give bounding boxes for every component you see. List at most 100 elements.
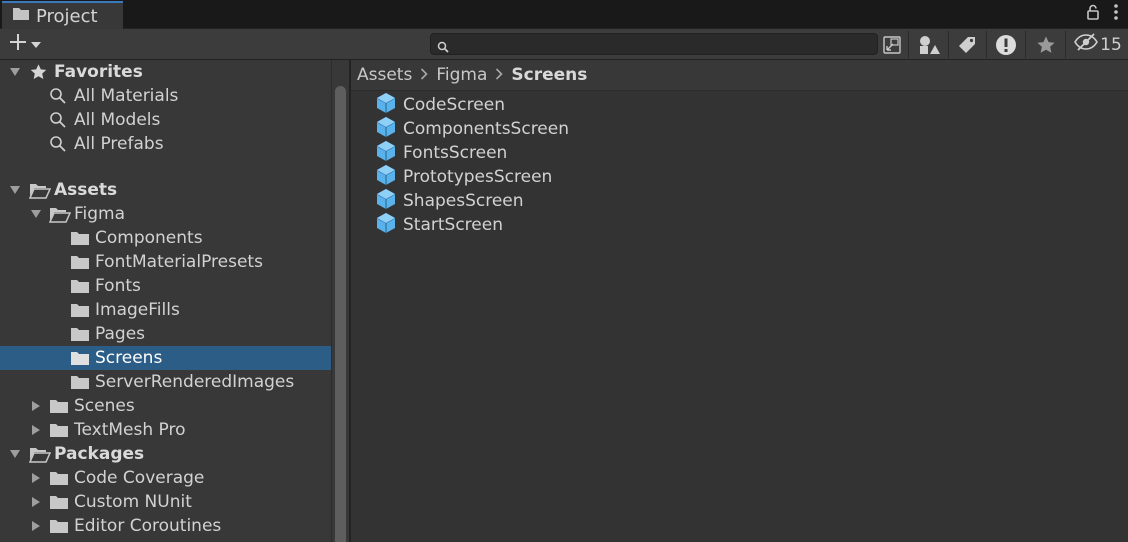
expand-arrow-down-icon[interactable] xyxy=(9,184,21,196)
tree-item-label: Editor Coroutines xyxy=(74,516,222,536)
tree-item-fonts[interactable]: Fonts xyxy=(0,274,331,298)
folder-icon xyxy=(49,398,69,414)
folder-icon xyxy=(12,6,30,26)
breadcrumb-assets[interactable]: Assets xyxy=(357,65,412,85)
chevron-right-icon xyxy=(420,66,428,84)
plus-icon xyxy=(8,32,28,57)
lock-icon[interactable] xyxy=(1086,4,1100,25)
tree-item-label: Figma xyxy=(74,204,126,224)
star-icon xyxy=(29,63,48,81)
tree-item-label: ImageFills xyxy=(95,300,180,320)
expand-arrow-right-icon[interactable] xyxy=(30,424,42,436)
file-name: CodeScreen xyxy=(403,95,505,115)
list-item-codescreen[interactable]: CodeScreen xyxy=(375,92,505,119)
tree-item-label: Scenes xyxy=(74,396,135,416)
tree-item-code-coverage[interactable]: Code Coverage xyxy=(0,466,331,490)
dropdown-arrow-icon xyxy=(30,34,42,54)
search-icon xyxy=(437,38,449,58)
tree-item-assets[interactable]: Assets xyxy=(0,178,331,202)
prefab-icon xyxy=(375,140,397,167)
tree-item-label: Components xyxy=(95,228,203,248)
log-types-warning-icon[interactable] xyxy=(994,32,1018,57)
folder-icon xyxy=(49,494,69,510)
tree-item-imagefills[interactable]: ImageFills xyxy=(0,298,331,322)
tree-item-label: Custom NUnit xyxy=(74,492,192,512)
search-icon xyxy=(49,87,67,105)
tree-item-all-models[interactable]: All Models xyxy=(0,108,331,132)
tree-item-label: Screens xyxy=(95,348,163,368)
breadcrumb-figma[interactable]: Figma xyxy=(436,65,487,85)
expand-arrow-right-icon[interactable] xyxy=(30,520,42,532)
expand-arrow-right-icon[interactable] xyxy=(30,472,42,484)
breadcrumb-current[interactable]: Screens xyxy=(511,65,587,85)
filter-by-label-icon[interactable] xyxy=(955,32,979,57)
list-item-shapesscreen[interactable]: ShapesScreen xyxy=(375,188,524,215)
file-name: FontsScreen xyxy=(403,143,508,163)
folder-icon xyxy=(70,350,90,366)
prefab-icon xyxy=(375,188,397,215)
expand-arrow-right-icon[interactable] xyxy=(30,496,42,508)
tree-item-serverrenderedimages[interactable]: ServerRenderedImages xyxy=(0,370,331,394)
search-field[interactable] xyxy=(430,33,878,55)
eye-hidden-icon xyxy=(1074,33,1099,56)
tree-item-label: All Models xyxy=(74,110,161,130)
search-by-type-window-icon[interactable] xyxy=(881,32,903,57)
tree-item-figma[interactable]: Figma xyxy=(0,202,331,226)
list-item-fontsscreen[interactable]: FontsScreen xyxy=(375,140,508,167)
tree-item-custom-nunit[interactable]: Custom NUnit xyxy=(0,490,331,514)
scrollbar-thumb[interactable] xyxy=(335,86,346,542)
hidden-packages-toggle[interactable]: 15 xyxy=(1073,32,1123,57)
tree-item-favorites[interactable]: Favorites xyxy=(0,60,331,84)
tree-item-label: Code Coverage xyxy=(74,468,205,488)
folder-open-icon xyxy=(29,182,51,199)
tree-item-all-prefabs[interactable]: All Prefabs xyxy=(0,132,331,156)
create-button[interactable] xyxy=(8,33,42,55)
tab-label: Project xyxy=(36,5,98,27)
prefab-icon xyxy=(375,116,397,143)
folder-icon xyxy=(70,326,90,342)
tree-item-label: Assets xyxy=(54,180,118,200)
tree-item-textmesh-pro[interactable]: TextMesh Pro xyxy=(0,418,331,442)
list-item-startscreen[interactable]: StartScreen xyxy=(375,212,503,239)
tree-item-label: Fonts xyxy=(95,276,141,296)
filter-by-type-icon[interactable] xyxy=(916,32,942,57)
tree-item-fontmaterialpresets[interactable]: FontMaterialPresets xyxy=(0,250,331,274)
tree-item-all-materials[interactable]: All Materials xyxy=(0,84,331,108)
tree-item-label: TextMesh Pro xyxy=(74,420,186,440)
tree-item-label: Favorites xyxy=(54,62,143,82)
expand-arrow-down-icon[interactable] xyxy=(9,448,21,460)
tree-item-scenes[interactable]: Scenes xyxy=(0,394,331,418)
folder-icon xyxy=(49,470,69,486)
tree-item-editor-coroutines[interactable]: Editor Coroutines xyxy=(0,514,331,538)
tree-scrollbar[interactable] xyxy=(331,60,349,542)
file-list: CodeScreen ComponentsScreen FontsScreen … xyxy=(351,91,1128,542)
prefab-icon xyxy=(375,92,397,119)
file-name: PrototypesScreen xyxy=(403,167,553,187)
tree-item-packages[interactable]: Packages xyxy=(0,442,331,466)
tree-item-label: FontMaterialPresets xyxy=(95,252,263,272)
prefab-icon xyxy=(375,164,397,191)
search-input[interactable] xyxy=(453,35,873,53)
chevron-right-icon xyxy=(495,66,504,84)
folder-icon xyxy=(70,230,90,246)
folder-tree: Favorites All Materials All Models All P… xyxy=(0,60,331,542)
folder-icon xyxy=(70,374,90,390)
tree-item-label: All Prefabs xyxy=(74,134,164,154)
folder-icon xyxy=(70,254,90,270)
expand-arrow-right-icon[interactable] xyxy=(30,400,42,412)
file-name: ShapesScreen xyxy=(403,191,524,211)
list-item-prototypesscreen[interactable]: PrototypesScreen xyxy=(375,164,553,191)
favorite-star-icon[interactable] xyxy=(1034,32,1058,57)
folder-icon xyxy=(70,278,90,294)
tab-bar: Project xyxy=(0,0,1128,29)
expand-arrow-down-icon[interactable] xyxy=(30,208,42,220)
tree-item-pages[interactable]: Pages xyxy=(0,322,331,346)
tab-project[interactable]: Project xyxy=(2,1,123,29)
tree-item-screens[interactable]: Screens xyxy=(0,346,331,370)
list-item-componentsscreen[interactable]: ComponentsScreen xyxy=(375,116,569,143)
prefab-icon xyxy=(375,212,397,239)
expand-arrow-down-icon[interactable] xyxy=(9,66,21,78)
tree-item-label: ServerRenderedImages xyxy=(95,372,295,392)
more-options-icon[interactable] xyxy=(1114,4,1118,25)
tree-item-components[interactable]: Components xyxy=(0,226,331,250)
